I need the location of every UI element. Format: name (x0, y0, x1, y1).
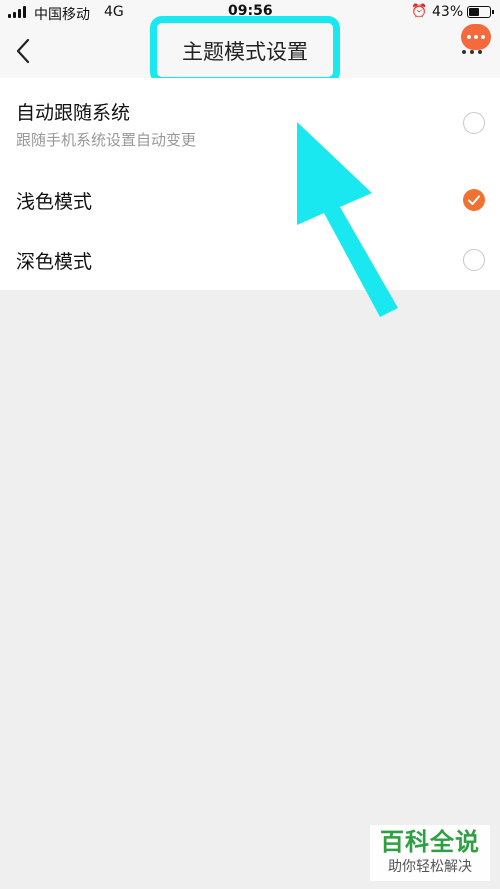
option-light-mode[interactable]: 浅色模式 (0, 170, 500, 230)
watermark-subtitle: 助你轻松解决 (388, 859, 472, 875)
carrier-label: 中国移动 (34, 7, 90, 23)
title-highlight-box (150, 16, 340, 84)
option-dark-mode[interactable]: 深色模式 (0, 230, 500, 290)
nav-bar: 主题模式设置 (0, 16, 500, 84)
battery-percent: 43% (432, 4, 464, 20)
option-sublabel: 跟随手机系统设置自动变更 (16, 131, 197, 149)
option-label: 自动跟随系统 (16, 102, 131, 124)
radio-checked-icon[interactable] (463, 189, 485, 211)
network-label: 4G (104, 4, 124, 20)
floating-more-button[interactable] (461, 24, 491, 50)
battery-tip (492, 10, 494, 14)
option-label: 浅色模式 (16, 191, 93, 213)
ellipsis-icon[interactable] (462, 50, 482, 54)
alarm-icon: ⏰ (411, 4, 428, 19)
option-follow-system[interactable]: 自动跟随系统 跟随手机系统设置自动变更 (0, 78, 500, 170)
theme-options-list: 自动跟随系统 跟随手机系统设置自动变更 浅色模式 深色模式 (0, 78, 500, 290)
radio-unchecked-icon[interactable] (463, 249, 485, 271)
option-label: 深色模式 (16, 251, 93, 273)
battery-icon (467, 6, 491, 18)
watermark-title: 百科全说 (380, 828, 480, 856)
radio-unchecked-icon[interactable] (463, 112, 485, 134)
signal-icon (8, 6, 26, 18)
back-chevron-icon[interactable] (12, 36, 36, 66)
watermark-logo: 百科全说 助你轻松解决 (370, 825, 490, 881)
